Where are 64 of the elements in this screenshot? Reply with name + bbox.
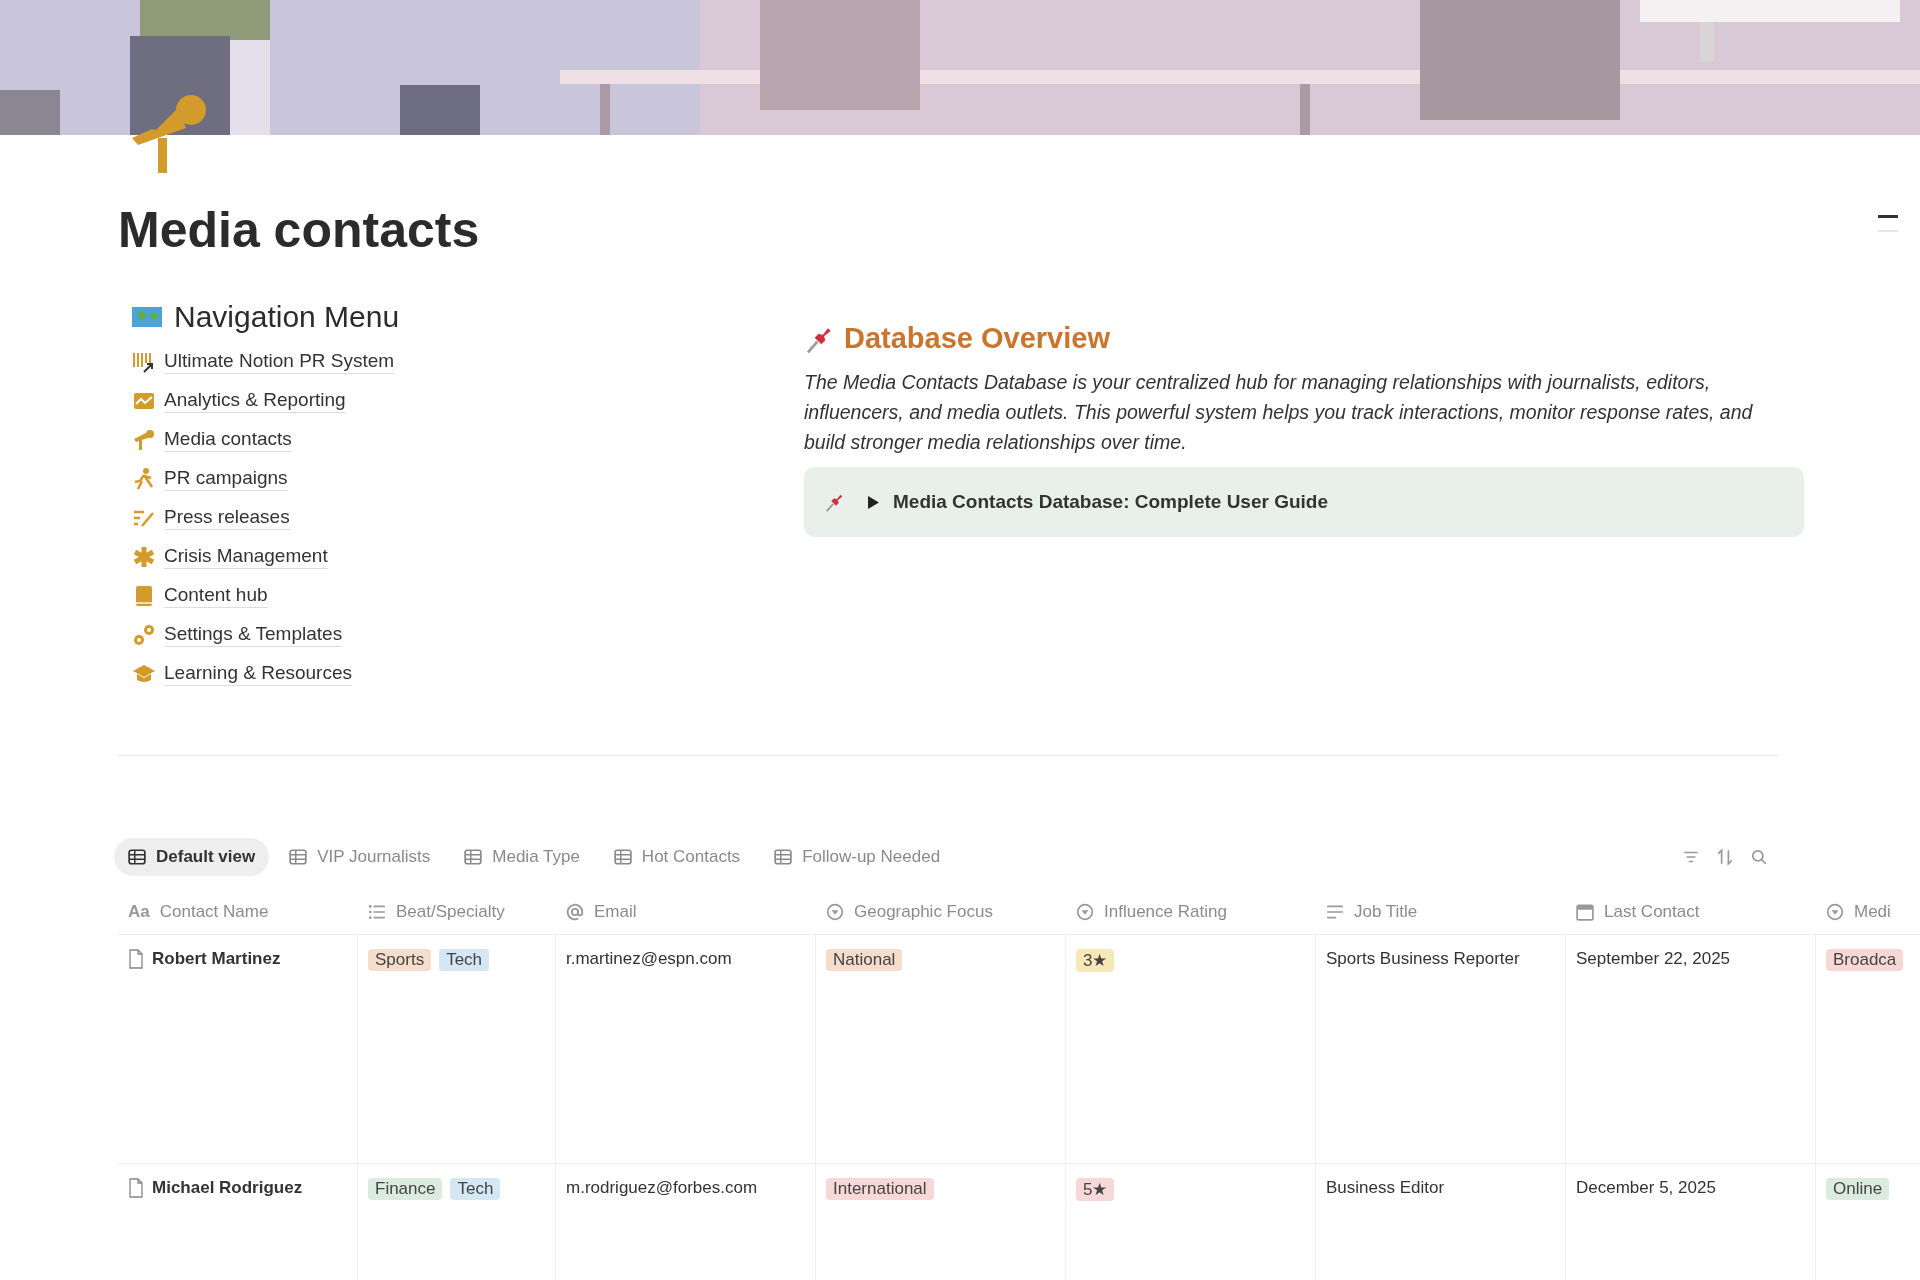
- table-icon: [289, 849, 308, 865]
- column-header[interactable]: Job Title: [1354, 902, 1418, 922]
- page-icon: [128, 1178, 144, 1198]
- tag: Sports: [368, 949, 432, 971]
- tag: Broadca: [1826, 949, 1904, 971]
- title-type-icon: Aa: [128, 902, 150, 922]
- list-icon: [368, 903, 386, 921]
- map-icon: [132, 305, 162, 329]
- tag: 3★: [1076, 949, 1115, 972]
- table-icon: [464, 849, 483, 865]
- mic-icon: [132, 427, 156, 452]
- search-icon[interactable]: [1750, 848, 1768, 866]
- view-tab[interactable]: Follow-up Needed: [760, 838, 955, 876]
- table-cell: Sports Business Reporter: [1326, 949, 1520, 969]
- table-cell: December 5, 2025: [1576, 1178, 1716, 1198]
- table-cell: Business Editor: [1326, 1178, 1445, 1198]
- section-heading: Database Overview: [844, 322, 1110, 355]
- nav-link[interactable]: Media contacts: [164, 426, 292, 453]
- select-icon: [826, 903, 844, 921]
- sort-icon[interactable]: [1716, 848, 1734, 866]
- nav-link[interactable]: Settings & Templates: [164, 621, 343, 648]
- table-icon: [128, 849, 146, 865]
- nav-link[interactable]: PR campaigns: [164, 465, 288, 492]
- select-icon: [1076, 903, 1094, 921]
- contact-name[interactable]: Robert Martinez: [152, 949, 281, 969]
- runner-icon: [132, 466, 156, 491]
- tag: 5★: [1076, 1178, 1115, 1201]
- column-header[interactable]: Last Contact: [1604, 902, 1700, 922]
- tag: Finance: [368, 1178, 443, 1200]
- at-sign-icon: [566, 903, 584, 921]
- overview-description: The Media Contacts Database is your centralized hub for managing relationships with journalists, editors, influencers, and media outlets. This powerful system helps you track interactions, monitor response rates, and build stronger media relationships over time.: [804, 370, 1754, 455]
- nav-link[interactable]: Crisis Management: [164, 543, 328, 570]
- page-icon: [128, 949, 144, 969]
- section-heading: Navigation Menu: [174, 300, 400, 334]
- calendar-icon: [1576, 903, 1594, 921]
- toggle-label: Media Contacts Database: Complete User Guide: [893, 491, 1328, 513]
- table-icon: [613, 849, 632, 865]
- callout-toggle[interactable]: Media Contacts Database: Complete User Guide: [804, 467, 1804, 537]
- tag: Online: [1826, 1178, 1890, 1200]
- outline-icon[interactable]: [1878, 215, 1898, 235]
- table-cell: r.martinez@espn.com: [566, 949, 732, 969]
- table-icon: [774, 849, 793, 865]
- view-tab[interactable]: Hot Contacts: [599, 838, 755, 876]
- view-tab[interactable]: Media Type: [450, 838, 594, 876]
- tag: Tech: [439, 949, 490, 971]
- page-title: Media contacts: [118, 203, 480, 258]
- contact-name[interactable]: Michael Rodriguez: [152, 1178, 303, 1198]
- nav-link[interactable]: Analytics & Reporting: [164, 387, 346, 414]
- text-lines-icon: [1326, 903, 1344, 921]
- select-icon: [1826, 903, 1844, 921]
- tag: Tech: [450, 1178, 501, 1200]
- nav-link[interactable]: Content hub: [164, 582, 268, 609]
- view-tab[interactable]: VIP Journalists: [275, 838, 445, 876]
- nav-link[interactable]: Press releases: [164, 504, 290, 531]
- tag: International: [826, 1178, 934, 1200]
- asterisk-icon: [132, 544, 156, 569]
- nav-link[interactable]: Learning & Resources: [164, 660, 352, 687]
- table-cell: m.rodriguez@forbes.com: [566, 1178, 758, 1198]
- table-cell: September 22, 2025: [1576, 949, 1731, 969]
- view-tab[interactable]: Default view: [114, 838, 270, 876]
- tag: National: [826, 949, 903, 971]
- triangle-icon[interactable]: [868, 495, 879, 509]
- column-header[interactable]: Medi: [1854, 902, 1891, 922]
- nav-link[interactable]: Ultimate Notion PR System: [164, 348, 395, 375]
